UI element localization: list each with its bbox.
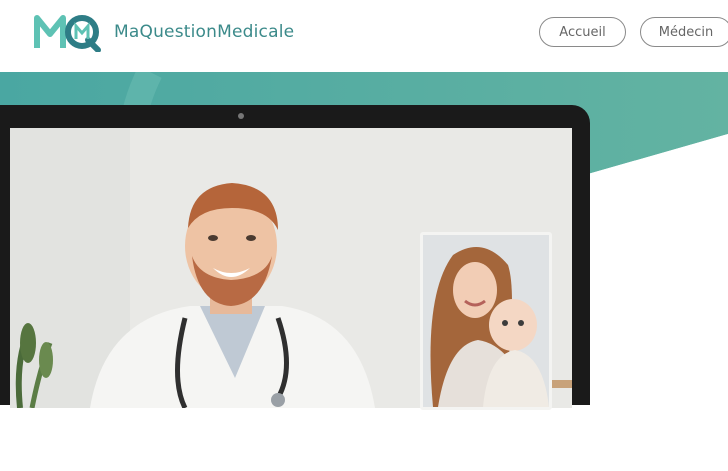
patient-video-thumbnail — [420, 232, 552, 410]
site-header: MaQuestionMedicale Accueil Médecin — [0, 0, 728, 72]
brand-logo[interactable]: MaQuestionMedicale — [34, 12, 294, 52]
mq-logo-icon — [34, 15, 101, 52]
mother-baby-illustration — [423, 235, 549, 407]
nav-medecin-button[interactable]: Médecin — [640, 17, 728, 47]
nav-accueil-button[interactable]: Accueil — [539, 17, 626, 47]
brand-name: MaQuestionMedicale — [114, 22, 295, 42]
webcam-icon — [238, 113, 244, 119]
